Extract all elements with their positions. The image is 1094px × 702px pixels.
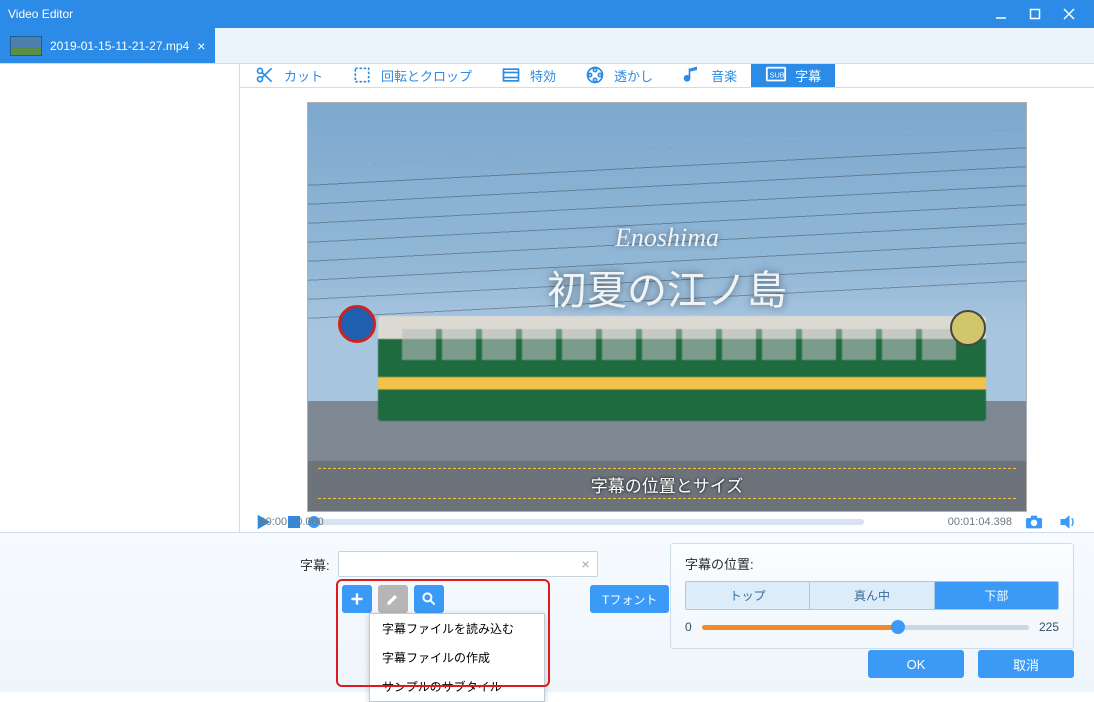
music-note-icon <box>681 64 703 86</box>
position-bottom[interactable]: 下部 <box>934 582 1058 609</box>
slider-min: 0 <box>685 620 692 634</box>
svg-text:SUB: SUB <box>770 71 785 80</box>
overlay-title-en: Enoshima <box>308 223 1026 253</box>
ok-button[interactable]: OK <box>868 650 964 678</box>
title-bar: Video Editor <box>0 0 1094 28</box>
tab-cut[interactable]: カット <box>240 64 337 87</box>
subtitle-input[interactable] <box>338 551 598 577</box>
timeline-slider[interactable] <box>314 519 864 525</box>
position-top[interactable]: トップ <box>686 582 809 609</box>
scissors-icon <box>254 64 276 86</box>
add-subtitle-button[interactable] <box>342 585 372 613</box>
filmstrip-icon <box>500 64 522 86</box>
size-slider[interactable] <box>702 625 1029 630</box>
playback-bar: 00:00:00.000 00:01:04.398 <box>240 512 1094 532</box>
position-middle[interactable]: 真ん中 <box>809 582 933 609</box>
tab-crop[interactable]: 回転とクロップ <box>337 64 486 87</box>
position-label: 字幕の位置: <box>685 554 1059 573</box>
add-subtitle-menu: 字幕ファイルを読み込む 字幕ファイルの作成 サンプルのサブタイル <box>369 613 545 702</box>
file-thumbnail <box>10 36 42 56</box>
tab-effects[interactable]: 特効 <box>486 64 570 87</box>
snapshot-button[interactable] <box>1022 512 1046 532</box>
subtitle-icon: SUB <box>765 64 787 86</box>
volume-button[interactable] <box>1056 512 1080 532</box>
reel-icon <box>584 64 606 86</box>
clear-input-icon[interactable]: × <box>581 556 589 572</box>
cancel-button[interactable]: 取消 <box>978 650 1074 678</box>
close-button[interactable] <box>1052 0 1086 28</box>
subtitle-guide-caption: 字幕の位置とサイズ <box>308 472 1026 497</box>
maximize-button[interactable] <box>1018 0 1052 28</box>
crop-icon <box>351 64 373 86</box>
tool-tabs: カット 回転とクロップ 特効 透かし <box>240 64 1094 88</box>
minimize-button[interactable] <box>984 0 1018 28</box>
subtitle-guide-line <box>318 468 1016 469</box>
tab-subtitle[interactable]: SUB 字幕 <box>751 64 835 87</box>
subtitle-panel: 字幕: × Tフォント 字幕ファイルを読み込む 字幕ファイルの作成 サンプルのサ… <box>0 532 1094 692</box>
window-title: Video Editor <box>8 7 984 21</box>
file-tab[interactable]: 2019-01-15-11-21-27.mp4 × <box>0 28 215 63</box>
subtitle-guide-line <box>318 498 1016 499</box>
subtitle-label: 字幕: <box>300 555 330 574</box>
slider-knob[interactable] <box>891 620 905 634</box>
file-list-sidebar <box>0 64 240 532</box>
menu-load-file[interactable]: 字幕ファイルを読み込む <box>370 614 544 643</box>
file-strip: 2019-01-15-11-21-27.mp4 × <box>0 28 1094 64</box>
time-total: 00:01:04.398 <box>948 516 1012 528</box>
video-preview[interactable]: Enoshima 初夏の江ノ島 字幕の位置とサイズ <box>307 102 1027 512</box>
position-panel: 字幕の位置: トップ 真ん中 下部 0 225 <box>670 543 1074 649</box>
edit-subtitle-button[interactable] <box>378 585 408 613</box>
tab-music[interactable]: 音楽 <box>667 64 751 87</box>
file-name: 2019-01-15-11-21-27.mp4 <box>50 39 189 53</box>
position-segmented: トップ 真ん中 下部 <box>685 581 1059 610</box>
menu-create-file[interactable]: 字幕ファイルの作成 <box>370 643 544 672</box>
font-button[interactable]: Tフォント <box>590 585 669 613</box>
slider-value: 225 <box>1039 620 1059 634</box>
overlay-title-jp: 初夏の江ノ島 <box>308 258 1026 316</box>
time-current: 00:00:00.000 <box>260 516 324 528</box>
menu-sample[interactable]: サンプルのサブタイル <box>370 672 544 701</box>
tab-watermark[interactable]: 透かし <box>570 64 667 87</box>
search-subtitle-button[interactable] <box>414 585 444 613</box>
subtitle-input-row: 字幕: × <box>300 551 598 577</box>
file-close-icon[interactable]: × <box>197 38 205 54</box>
